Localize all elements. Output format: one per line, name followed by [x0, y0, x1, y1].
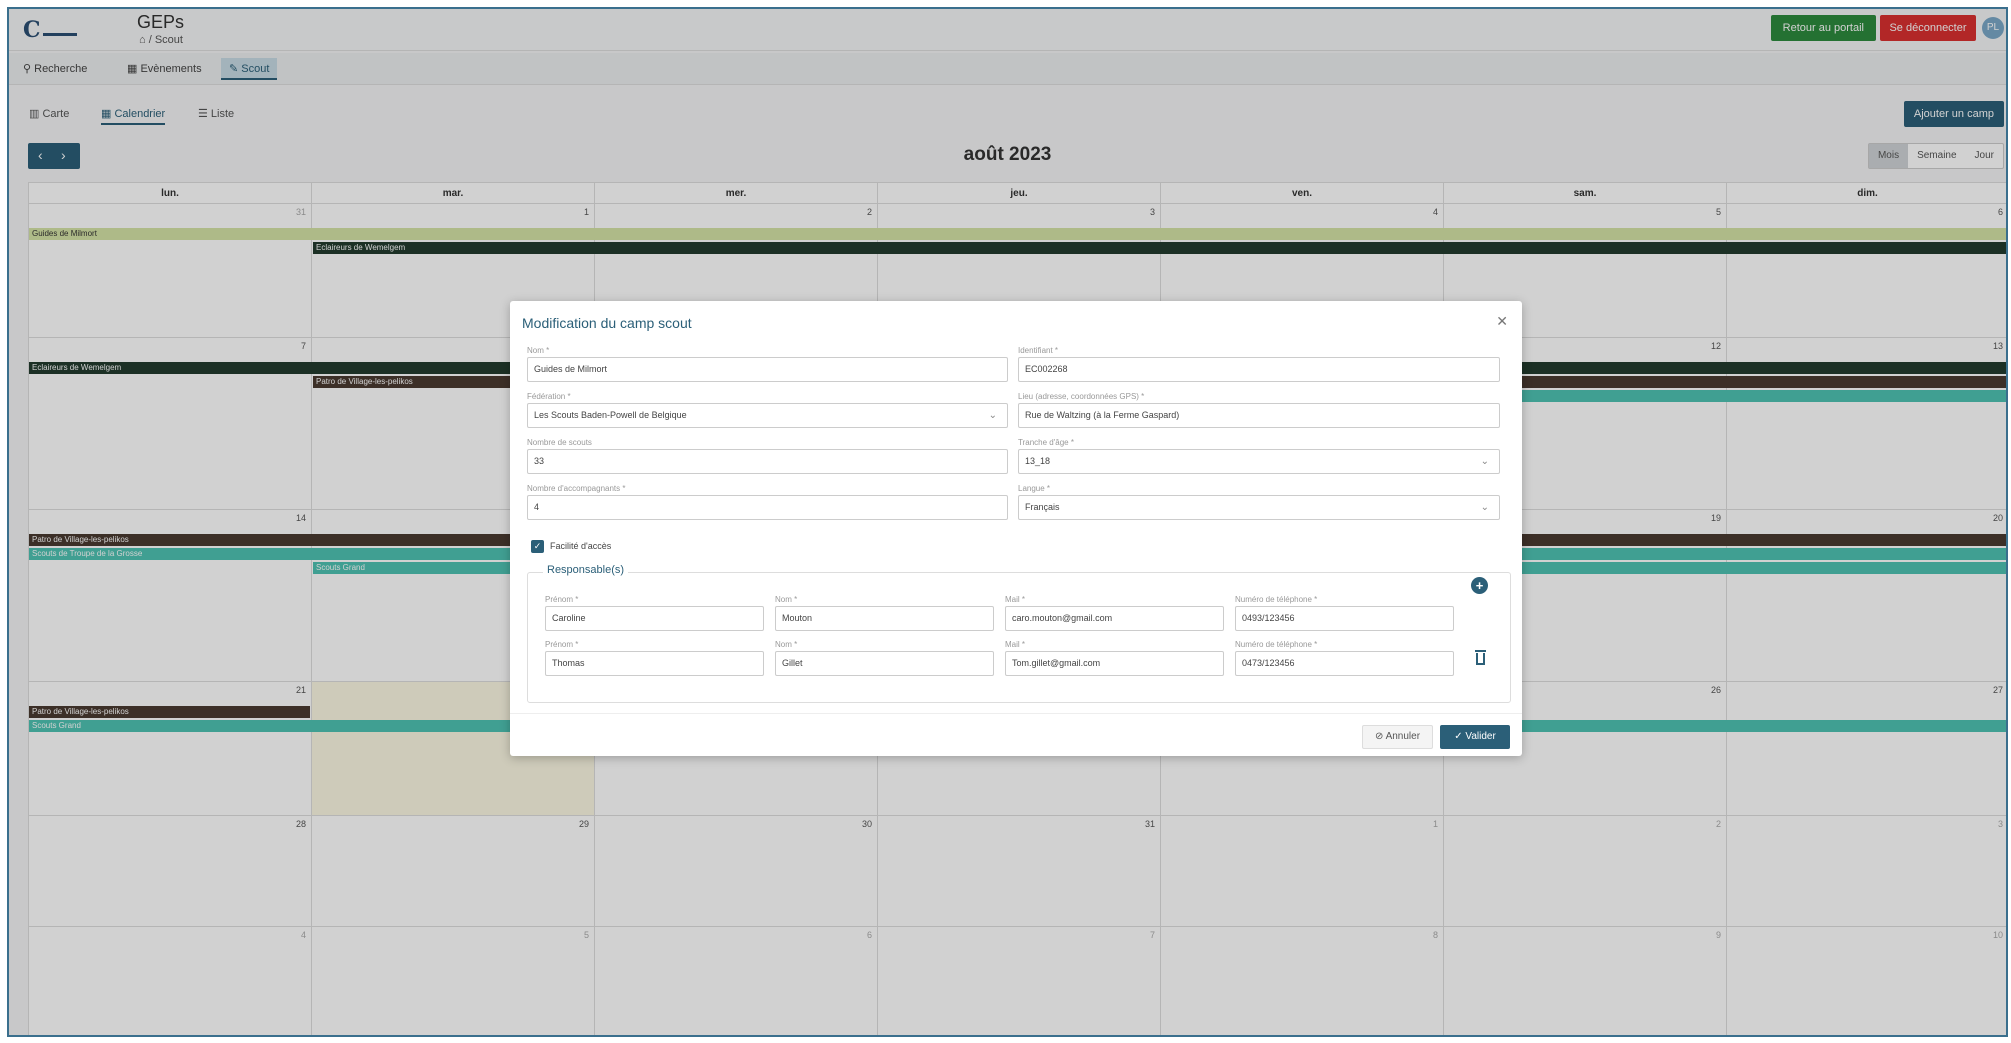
firstname-field[interactable]: Caroline [545, 606, 764, 631]
access-facility-checkbox[interactable]: ✓ [531, 540, 544, 553]
field-label: Tranche d'âge * [1018, 438, 1074, 447]
lastname-field[interactable]: Gillet [775, 651, 994, 676]
modal-title: Modification du camp scout [522, 315, 692, 331]
companions-count-field[interactable]: 4 [527, 495, 1008, 520]
lastname-field[interactable]: Mouton [775, 606, 994, 631]
field-label: Prénom * [545, 595, 579, 604]
close-icon[interactable]: ✕ [1496, 313, 1508, 330]
field-label: Langue * [1018, 484, 1051, 493]
phone-field[interactable]: 0493/123456 [1235, 606, 1454, 631]
cancel-icon: ⊘ [1374, 731, 1386, 742]
field-label: Prénom * [545, 640, 579, 649]
scouts-count-field[interactable]: 33 [527, 449, 1008, 474]
field-label: Nombre de scouts [527, 438, 592, 447]
firstname-field[interactable]: Thomas [545, 651, 764, 676]
add-responsable-icon[interactable]: + [1471, 577, 1488, 594]
chevron-down-icon: ⌄ [988, 410, 997, 421]
field-label: Mail * [1005, 640, 1026, 649]
email-field[interactable]: Tom.gillet@gmail.com [1005, 651, 1224, 676]
field-label: Fédération * [527, 392, 571, 401]
field-label: Numéro de téléphone * [1235, 595, 1318, 604]
divider [510, 713, 1522, 714]
field-label: Nombre d'accompagnants * [527, 484, 626, 493]
field-label: Nom * [775, 640, 798, 649]
validate-button[interactable]: ✓ Valider [1440, 725, 1510, 749]
responsables-fieldset [527, 572, 1511, 703]
field-label: Lieu (adresse, coordonnées GPS) * [1018, 392, 1145, 401]
field-label: Nom * [775, 595, 798, 604]
age-range-select[interactable]: 13_18 ⌄ [1018, 449, 1500, 474]
name-field[interactable]: Guides de Milmort [527, 357, 1008, 382]
check-icon: ✓ [1454, 731, 1466, 742]
cancel-button[interactable]: ⊘ Annuler [1362, 725, 1433, 749]
responsables-legend: Responsable(s) [543, 564, 629, 576]
field-label: Mail * [1005, 595, 1026, 604]
language-select[interactable]: Français ⌄ [1018, 495, 1500, 520]
trash-icon[interactable] [1475, 650, 1486, 665]
chevron-down-icon: ⌄ [1480, 502, 1489, 513]
field-label: Nom * [527, 346, 550, 355]
phone-field[interactable]: 0473/123456 [1235, 651, 1454, 676]
checkbox-label: Facilité d'accès [550, 541, 612, 551]
location-field[interactable]: Rue de Waltzing (à la Ferme Gaspard) [1018, 403, 1500, 428]
field-label: Numéro de téléphone * [1235, 640, 1318, 649]
edit-camp-modal: Modification du camp scout ✕ Nom * Guide… [510, 301, 1522, 756]
federation-select[interactable]: Les Scouts Baden-Powell de Belgique ⌄ [527, 403, 1008, 428]
identifier-field[interactable]: EC002268 [1018, 357, 1500, 382]
app-window: C GEPs ⌂ / Scout Retour au portail Se dé… [7, 7, 2008, 1037]
field-label: Identifiant * [1018, 346, 1059, 355]
email-field[interactable]: caro.mouton@gmail.com [1005, 606, 1224, 631]
chevron-down-icon: ⌄ [1480, 456, 1489, 467]
